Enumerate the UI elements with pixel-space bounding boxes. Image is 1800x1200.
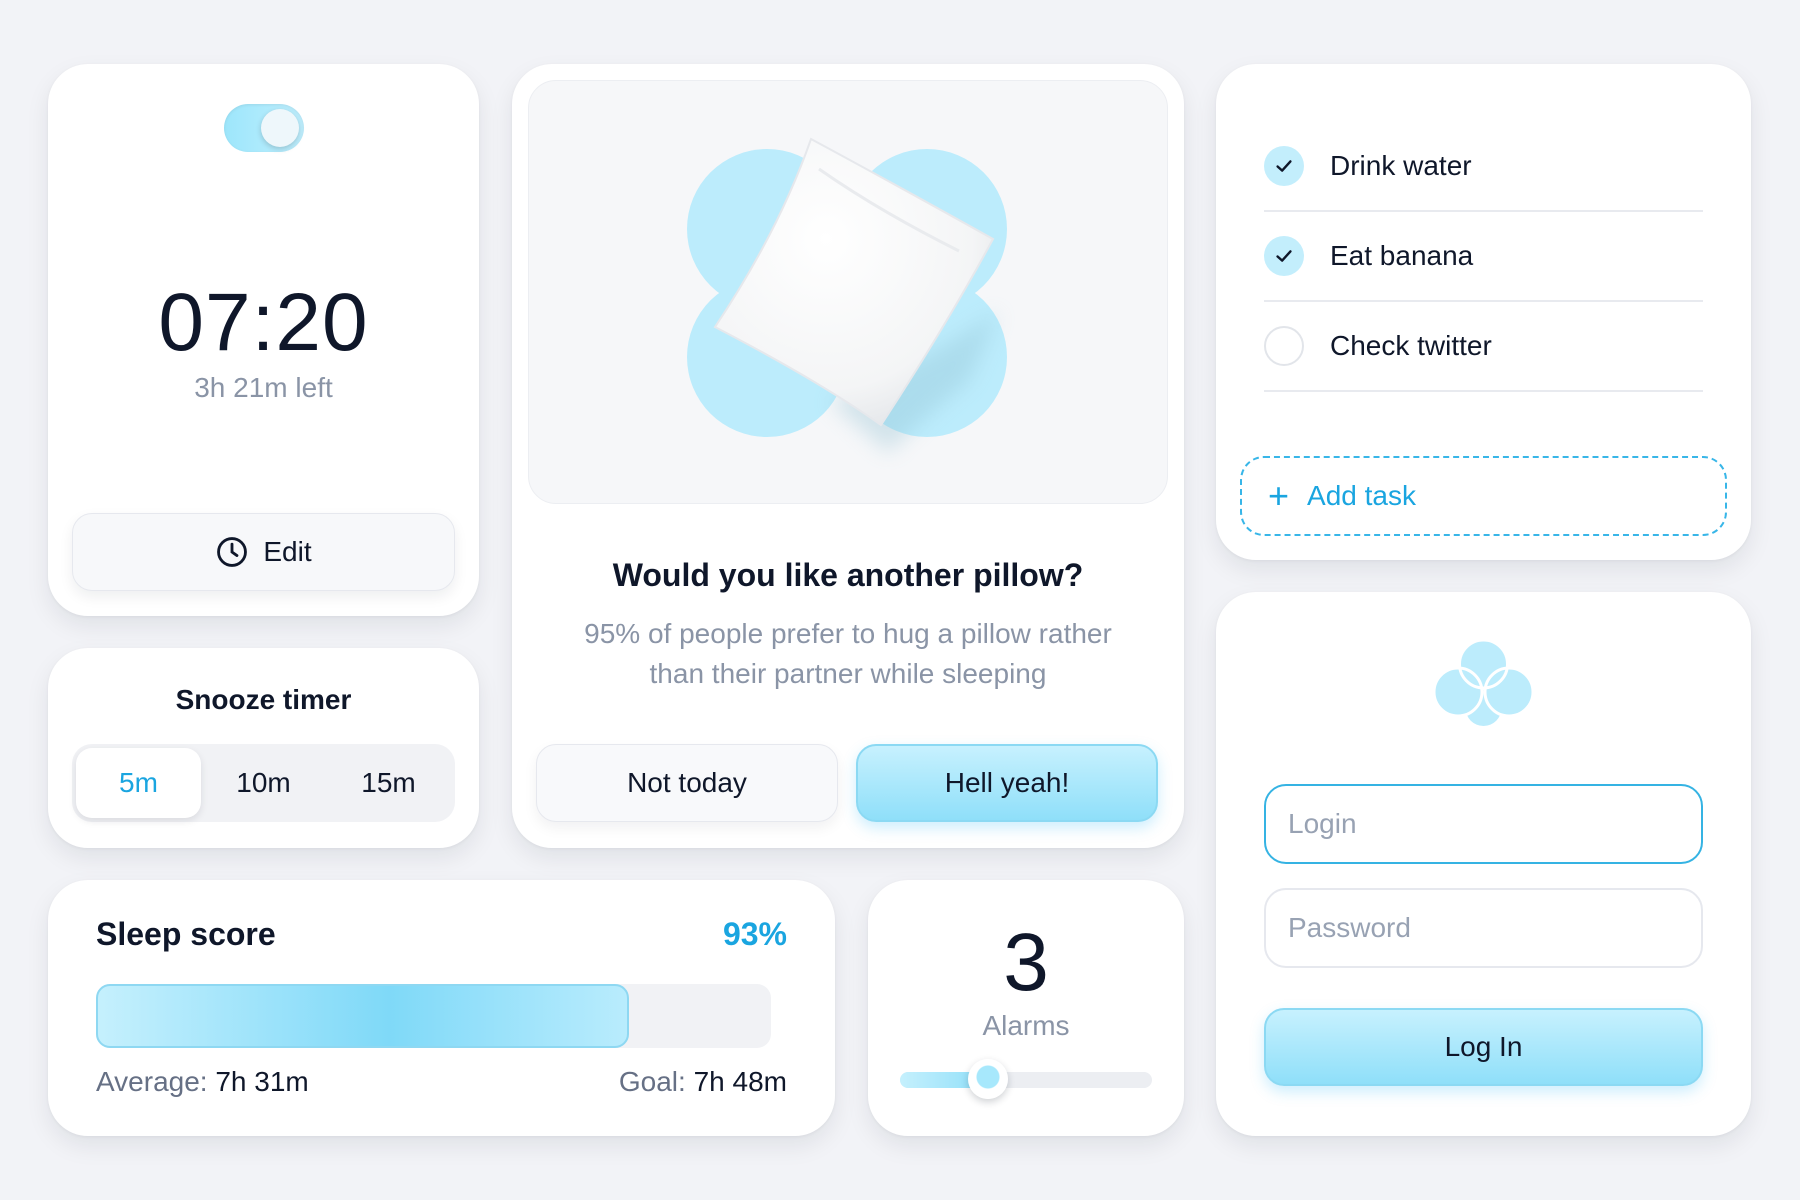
check-icon[interactable]	[1264, 146, 1304, 186]
task-item[interactable]: Drink water	[1264, 122, 1703, 212]
sleep-progress-fill	[96, 984, 629, 1048]
snooze-title: Snooze timer	[175, 684, 352, 715]
sleep-score-title: Sleep score	[96, 916, 276, 952]
sleep-progress-track	[96, 984, 771, 1048]
edit-label: Edit	[263, 536, 312, 567]
task-label: Drink water	[1330, 150, 1472, 181]
hell-yeah-button[interactable]: Hell yeah!	[856, 744, 1158, 822]
alarms-card: 3 Alarms	[868, 880, 1184, 1136]
login-input[interactable]	[1264, 784, 1703, 864]
alarm-time: 07:20	[158, 277, 369, 368]
log-in-button[interactable]: Log In	[1264, 1008, 1703, 1086]
average-value: 7h 31m	[215, 1066, 309, 1097]
snooze-card: Snooze timer 5m 10m 15m	[48, 648, 479, 848]
add-task-button[interactable]: + Add task	[1240, 456, 1727, 536]
toggle-knob	[261, 109, 299, 147]
pillow-card: Would you like another pillow? 95% of pe…	[512, 64, 1184, 848]
check-icon[interactable]	[1264, 236, 1304, 276]
sleep-score-card: Sleep score 93% Average: 7h 31m Goal: 7h…	[48, 880, 835, 1136]
goal-label: Goal:	[618, 1066, 686, 1097]
goal-value: 7h 48m	[693, 1066, 787, 1097]
alarm-toggle[interactable]	[224, 104, 304, 152]
sleep-average: Average: 7h 31m	[96, 1066, 309, 1098]
alarms-slider[interactable]	[900, 1059, 1152, 1099]
sleep-goal: Goal: 7h 48m	[619, 1066, 787, 1098]
login-card: Log In	[1216, 592, 1751, 1136]
task-label: Check twitter	[1330, 330, 1492, 361]
alarms-slider-thumb[interactable]	[968, 1059, 1008, 1099]
alarm-card: 07:20 3h 21m left Edit	[48, 64, 479, 616]
pillow-image	[528, 80, 1168, 504]
tasks-card: Drink water Eat banana Check twitter + A…	[1216, 64, 1751, 560]
task-item[interactable]: Check twitter	[1264, 302, 1703, 392]
edit-button[interactable]: Edit	[72, 513, 455, 591]
add-task-label: Add task	[1307, 480, 1416, 511]
pillow-description: 95% of people prefer to hug a pillow rat…	[584, 618, 1112, 689]
snooze-option-10m[interactable]: 10m	[201, 748, 326, 818]
average-label: Average:	[96, 1066, 208, 1097]
snooze-option-5m[interactable]: 5m	[76, 748, 201, 818]
clock-icon	[217, 537, 248, 567]
task-label: Eat banana	[1330, 240, 1474, 271]
password-input[interactable]	[1264, 888, 1703, 968]
time-left: 3h 21m left	[194, 372, 333, 403]
alarms-count: 3	[1003, 917, 1049, 1008]
pillow-title: Would you like another pillow?	[612, 557, 1084, 593]
snooze-segmented-control: 5m 10m 15m	[72, 744, 455, 822]
sleep-score-percent: 93%	[722, 916, 787, 952]
plus-icon: +	[1268, 475, 1290, 516]
pillow-illustration	[687, 137, 1007, 453]
task-item[interactable]: Eat banana	[1264, 212, 1703, 302]
alarms-label: Alarms	[982, 1010, 1070, 1041]
snooze-option-15m[interactable]: 15m	[326, 748, 451, 818]
cloud-logo-icon	[1432, 638, 1535, 726]
not-today-button[interactable]: Not today	[536, 744, 838, 822]
unchecked-circle-icon[interactable]	[1264, 326, 1304, 366]
